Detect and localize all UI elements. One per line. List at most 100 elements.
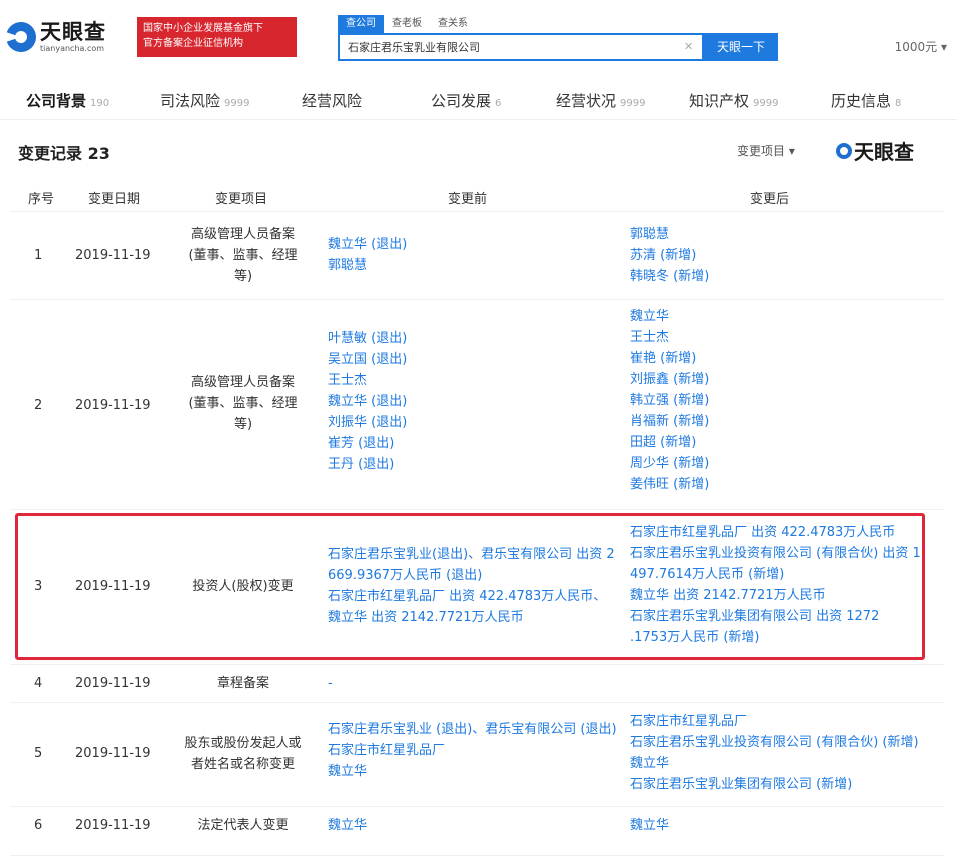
after-value-line[interactable]: 石家庄市红星乳品厂 [630, 711, 920, 732]
col-header-after: 变更后 [750, 192, 790, 207]
change-item-filter[interactable]: 变更项目 ▾ [737, 142, 795, 159]
before-value-line[interactable]: 王士杰 [328, 370, 618, 391]
nav-tab-label: 公司发展 [431, 92, 492, 110]
change-item-line: 等) [233, 417, 253, 432]
table-row: 4 2019-11-19 章程备案 - [10, 665, 945, 703]
search-tab-company[interactable]: 查公司 [338, 15, 384, 33]
nav-tab-operations[interactable]: 经营状况 9999 [556, 90, 645, 111]
before-value-line[interactable]: 吴立国 (退出) [328, 349, 618, 370]
change-item-line: 高级管理人员备案 [190, 375, 295, 390]
watermark-text: 天眼查 [854, 140, 914, 164]
nav-tab-history[interactable]: 历史信息 8 [831, 90, 901, 111]
promo-banner[interactable]: 国家中小企业发展基金旗下 官方备案企业征信机构 [137, 17, 297, 57]
before-value: 石家庄君乐宝乳业 (退出)、君乐宝有限公司 (退出) 石家庄市红星乳品厂 魏立华 [328, 719, 618, 782]
clear-icon[interactable]: ✕ [684, 41, 696, 53]
nav-tab-judicial-risk[interactable]: 司法风险 9999 [160, 90, 249, 111]
banner-line-1: 国家中小企业发展基金旗下 [143, 23, 263, 34]
before-value-line[interactable]: 郭聪慧 [328, 255, 618, 276]
change-item-line: (董事、监事、经理 [188, 248, 298, 263]
change-date: 2019-11-19 [75, 248, 151, 263]
row-number: 4 [34, 676, 43, 691]
nav-tab-background[interactable]: 公司背景 190 [26, 90, 109, 111]
after-value-line[interactable]: 刘振鑫 (新增) [630, 369, 920, 390]
before-value-line[interactable]: 石家庄君乐宝乳业 (退出)、君乐宝有限公司 (退出) [328, 719, 618, 740]
nav-tab-development[interactable]: 公司发展 6 [431, 90, 501, 111]
after-value-line[interactable]: 肖福新 (新增) [630, 411, 920, 432]
search-button[interactable]: 天眼一下 [704, 33, 778, 61]
search-tab-relation[interactable]: 查关系 [430, 15, 476, 33]
after-value: 魏立华 王士杰 崔艳 (新增) 刘振鑫 (新增) 韩立强 (新增) 肖福新 (新增) 田超 … [630, 306, 920, 495]
before-value: 魏立华 (退出) 郭聪慧 [328, 234, 618, 276]
site-logo[interactable]: 天眼查 tianyancha.com [6, 14, 132, 60]
nav-tab-business-risk[interactable]: 经营风险 [302, 90, 366, 111]
after-value: 郭聪慧 苏清 (新增) 韩晓冬 (新增) [630, 224, 920, 287]
change-item-line: (董事、监事、经理 [188, 396, 298, 411]
after-value-line[interactable]: 石家庄君乐宝乳业投资有限公司 (有限合伙) (新增) [630, 732, 920, 753]
table-row: 5 2019-11-19 股东或股份发起人或 者姓名或名称变更 石家庄君乐宝乳业 (退出… [10, 703, 945, 807]
change-item-line: 高级管理人员备案 [190, 227, 295, 242]
top-header: 天眼查 tianyancha.com 国家中小企业发展基金旗下 官方备案企业征信… [0, 0, 957, 80]
chevron-down-icon: ▾ [940, 40, 947, 54]
change-item-line: 章程备案 [216, 676, 269, 691]
before-value-line[interactable]: 叶慧敏 (退出) [328, 328, 618, 349]
user-menu[interactable]: 1000元 ▾ [895, 38, 947, 55]
after-value-line[interactable]: 韩立强 (新增) [630, 390, 920, 411]
change-date: 2019-11-19 [75, 676, 151, 691]
nav-tab-label: 经营风险 [302, 92, 363, 110]
nav-tab-count: 9999 [753, 98, 779, 109]
search-input-value: 石家庄君乐宝乳业有限公司 [348, 41, 480, 54]
before-value-line[interactable]: 石家庄市红星乳品厂 [328, 740, 618, 761]
table-row: 1 2019-11-19 高级管理人员备案 (董事、监事、经理 等) 魏立华 (退出) 郭聪… [10, 212, 945, 300]
after-value-line[interactable]: 崔艳 (新增) [630, 348, 920, 369]
row-number: 5 [34, 746, 43, 761]
after-value-line[interactable]: 魏立华 [630, 753, 920, 774]
selection-highlight [15, 513, 925, 660]
row-number: 6 [34, 818, 43, 833]
search-tab-boss[interactable]: 查老板 [384, 15, 430, 33]
after-value-line[interactable]: 韩晓冬 (新增) [630, 266, 920, 287]
change-item-line: 股东或股份发起人或 [184, 736, 302, 751]
after-value-line[interactable]: 魏立华 [630, 815, 920, 836]
before-value-line[interactable]: 刘振华 (退出) [328, 412, 618, 433]
after-value-line[interactable]: 苏清 (新增) [630, 245, 920, 266]
after-value-line[interactable]: 郭聪慧 [630, 224, 920, 245]
change-date: 2019-11-19 [75, 818, 151, 833]
col-header-date: 变更日期 [88, 192, 141, 207]
before-value-line[interactable]: 魏立华 [328, 815, 618, 836]
nav-tab-count: 190 [90, 98, 110, 109]
before-value-line[interactable]: - [328, 673, 618, 694]
search-tabs: 查公司 查老板 查关系 [338, 15, 476, 33]
after-value: 石家庄市红星乳品厂 石家庄君乐宝乳业投资有限公司 (有限合伙) (新增) 魏立华 石家… [630, 711, 920, 795]
before-value-line[interactable]: 王丹 (退出) [328, 454, 618, 475]
nav-tab-label: 公司背景 [26, 92, 87, 110]
nav-tab-label: 历史信息 [831, 92, 892, 110]
before-value: 叶慧敏 (退出) 吴立国 (退出) 王士杰 魏立华 (退出) 刘振华 (退出) 崔芳 (退… [328, 328, 618, 475]
nav-tab-label: 知识产权 [689, 92, 750, 110]
logo-url: tianyancha.com [40, 44, 105, 53]
change-item-line: 者姓名或名称变更 [190, 757, 295, 772]
after-value-line[interactable]: 魏立华 [630, 306, 920, 327]
after-value-line[interactable]: 石家庄君乐宝乳业集团有限公司 (新增) [630, 774, 920, 795]
nav-tab-ip[interactable]: 知识产权 9999 [689, 90, 778, 111]
after-value-line[interactable]: 王士杰 [630, 327, 920, 348]
col-header-item: 变更项目 [215, 192, 268, 207]
before-value-line[interactable]: 魏立华 [328, 761, 618, 782]
after-value-line[interactable]: 周少华 (新增) [630, 453, 920, 474]
after-value-line[interactable]: 姜伟旺 (新增) [630, 474, 920, 495]
col-header-before: 变更前 [448, 192, 488, 207]
change-item: 高级管理人员备案 (董事、监事、经理 等) [178, 224, 308, 287]
after-value-line[interactable]: 田超 (新增) [630, 432, 920, 453]
logo-text: 天眼查 tianyancha.com [40, 20, 106, 54]
chevron-down-icon: ▾ [788, 144, 795, 158]
before-value-line[interactable]: 魏立华 (退出) [328, 234, 618, 255]
before-value-line[interactable]: 崔芳 (退出) [328, 433, 618, 454]
change-date: 2019-11-19 [75, 398, 151, 413]
row-number: 2 [34, 398, 43, 413]
after-value: 魏立华 [630, 815, 920, 836]
before-value-line[interactable]: 魏立华 (退出) [328, 391, 618, 412]
before-value: - [328, 673, 618, 694]
search-input[interactable]: 石家庄君乐宝乳业有限公司 ✕ [338, 33, 704, 61]
table-row: 6 2019-11-19 法定代表人变更 魏立华 魏立华 [10, 807, 945, 856]
change-item: 股东或股份发起人或 者姓名或名称变更 [178, 733, 308, 775]
change-item: 章程备案 [178, 673, 308, 694]
